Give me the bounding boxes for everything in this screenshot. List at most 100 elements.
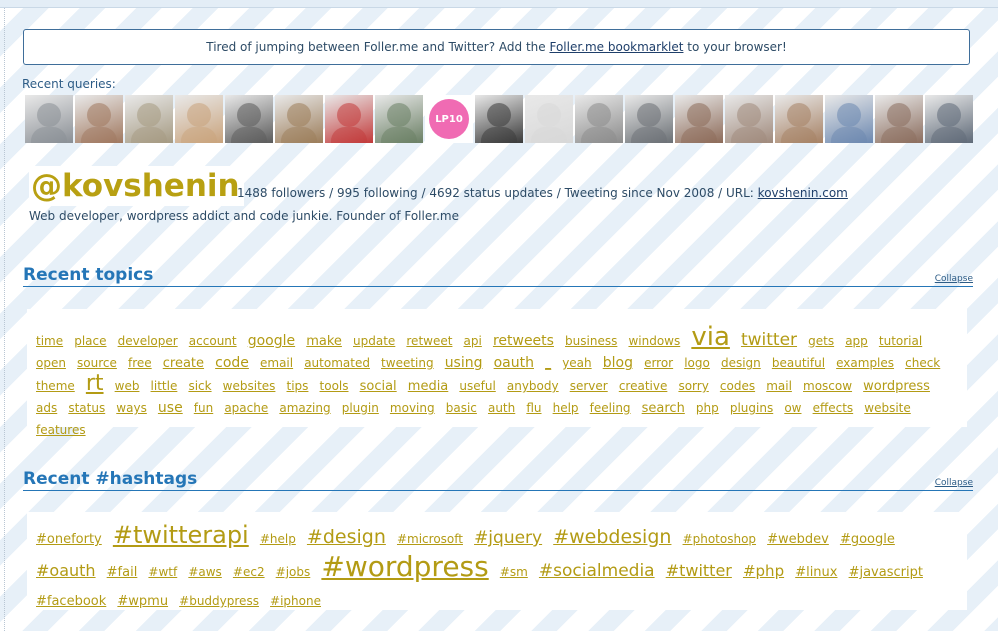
hashtag-link[interactable]: #jquery bbox=[474, 528, 542, 548]
hashtag-link[interactable]: #linux bbox=[795, 565, 837, 580]
avatar[interactable] bbox=[825, 95, 873, 143]
avatar[interactable] bbox=[775, 95, 823, 143]
hashtag-link[interactable]: #buddypress bbox=[179, 594, 259, 608]
avatar[interactable] bbox=[925, 95, 973, 143]
topic-link[interactable]: open bbox=[36, 356, 66, 370]
avatar[interactable] bbox=[675, 95, 723, 143]
topic-link[interactable]: free bbox=[128, 356, 152, 370]
topic-link[interactable]: windows bbox=[628, 334, 680, 348]
hashtag-link[interactable]: #fail bbox=[107, 565, 138, 580]
topic-link[interactable]: auth bbox=[488, 401, 515, 415]
topic-link[interactable]: search bbox=[642, 401, 685, 416]
topic-link[interactable]: effects bbox=[813, 401, 854, 415]
topic-link[interactable]: website bbox=[864, 401, 911, 415]
bookmarklet-link[interactable]: Foller.me bookmarklet bbox=[549, 40, 683, 54]
hashtag-link[interactable]: #aws bbox=[188, 565, 221, 579]
topic-link[interactable]: check bbox=[905, 356, 940, 370]
avatar[interactable] bbox=[275, 95, 323, 143]
topic-link[interactable]: theme bbox=[36, 379, 75, 393]
topic-link[interactable]: _ bbox=[545, 356, 551, 370]
hashtag-link[interactable]: #facebook bbox=[36, 594, 106, 609]
topic-link[interactable]: codes bbox=[720, 379, 755, 393]
topic-link[interactable]: logo bbox=[684, 356, 710, 370]
hashtag-link[interactable]: #iphone bbox=[270, 594, 321, 608]
topic-link[interactable]: anybody bbox=[507, 379, 559, 393]
topic-link[interactable]: app bbox=[845, 334, 868, 348]
hashtag-link[interactable]: #webdev bbox=[767, 532, 829, 547]
topic-link[interactable]: google bbox=[248, 333, 295, 349]
topic-link[interactable]: rt bbox=[86, 371, 104, 396]
avatar[interactable] bbox=[25, 95, 73, 143]
hashtag-link[interactable]: #twitter bbox=[666, 561, 732, 580]
hashtag-link[interactable]: #design bbox=[307, 526, 386, 548]
hashtag-link[interactable]: #google bbox=[840, 532, 895, 547]
topic-link[interactable]: fun bbox=[194, 401, 213, 415]
hashtag-link[interactable]: #javascript bbox=[849, 565, 923, 580]
topic-link[interactable]: plugin bbox=[342, 401, 379, 415]
hashtag-link[interactable]: #oneforty bbox=[36, 532, 102, 547]
avatar[interactable] bbox=[125, 95, 173, 143]
hashtag-link[interactable]: #jobs bbox=[276, 565, 311, 579]
hashtag-link[interactable]: #socialmedia bbox=[539, 561, 655, 581]
hashtag-link[interactable]: #help bbox=[260, 532, 296, 546]
topic-link[interactable]: ads bbox=[36, 401, 57, 415]
profile-url-link[interactable]: kovshenin.com bbox=[758, 186, 848, 200]
hashtag-link[interactable]: #sm bbox=[500, 565, 528, 579]
topic-link[interactable]: apache bbox=[224, 401, 268, 415]
topic-link[interactable]: basic bbox=[446, 401, 477, 415]
topic-link[interactable]: blog bbox=[603, 355, 633, 371]
topic-link[interactable]: moscow bbox=[803, 379, 852, 393]
topic-link[interactable]: wordpress bbox=[863, 379, 930, 394]
hashtag-link[interactable]: #wtf bbox=[148, 565, 177, 579]
topic-link[interactable]: tweeting bbox=[381, 356, 434, 370]
topic-link[interactable]: amazing bbox=[279, 401, 330, 415]
avatar[interactable] bbox=[325, 95, 373, 143]
topic-link[interactable]: create bbox=[163, 356, 204, 371]
topic-link[interactable]: using bbox=[445, 355, 483, 371]
topic-link[interactable]: retweet bbox=[406, 334, 452, 348]
topic-link[interactable]: little bbox=[151, 379, 178, 393]
avatar[interactable] bbox=[525, 95, 573, 143]
avatar[interactable] bbox=[475, 95, 523, 143]
topic-link[interactable]: websites bbox=[223, 379, 276, 393]
topic-link[interactable]: business bbox=[565, 334, 617, 348]
topic-link[interactable]: web bbox=[115, 379, 140, 393]
topic-link[interactable]: ways bbox=[116, 401, 147, 415]
topic-link[interactable]: mail bbox=[766, 379, 792, 393]
topic-link[interactable]: via bbox=[691, 322, 730, 352]
topic-link[interactable]: media bbox=[408, 379, 449, 394]
topic-link[interactable]: twitter bbox=[741, 330, 797, 350]
topic-link[interactable]: social bbox=[360, 379, 397, 394]
topic-link[interactable]: tools bbox=[320, 379, 349, 393]
topic-link[interactable]: error bbox=[644, 356, 673, 370]
topic-link[interactable]: gets bbox=[808, 334, 834, 348]
topic-link[interactable]: useful bbox=[459, 379, 495, 393]
topic-link[interactable]: sorry bbox=[678, 379, 708, 393]
avatar[interactable]: LP10 bbox=[425, 95, 473, 143]
topic-link[interactable]: tips bbox=[287, 379, 309, 393]
topic-link[interactable]: tutorial bbox=[879, 334, 922, 348]
topic-link[interactable]: moving bbox=[390, 401, 435, 415]
avatar[interactable] bbox=[575, 95, 623, 143]
hashtag-link[interactable]: #photoshop bbox=[683, 532, 756, 546]
topic-link[interactable]: automated bbox=[304, 356, 370, 370]
topic-link[interactable]: code bbox=[215, 355, 249, 371]
hashtag-link[interactable]: #ec2 bbox=[233, 565, 265, 579]
topic-link[interactable]: oauth bbox=[494, 355, 534, 371]
topic-link[interactable]: make bbox=[306, 334, 342, 349]
topic-link[interactable]: ow bbox=[784, 401, 801, 415]
hashtag-link[interactable]: #wordpress bbox=[321, 550, 488, 583]
hashtag-link[interactable]: #webdesign bbox=[553, 526, 671, 548]
topic-link[interactable]: api bbox=[464, 334, 482, 348]
topic-link[interactable]: php bbox=[696, 401, 719, 415]
topic-link[interactable]: examples bbox=[836, 356, 894, 370]
topics-collapse-link[interactable]: Collapse bbox=[935, 274, 973, 284]
topic-link[interactable]: place bbox=[74, 334, 106, 348]
hashtag-link[interactable]: #microsoft bbox=[397, 532, 463, 546]
topic-link[interactable]: design bbox=[721, 356, 761, 370]
topic-link[interactable]: features bbox=[36, 423, 86, 437]
topic-link[interactable]: update bbox=[353, 334, 395, 348]
topic-link[interactable]: email bbox=[260, 356, 293, 370]
avatar[interactable] bbox=[375, 95, 423, 143]
topic-link[interactable]: feeling bbox=[590, 401, 631, 415]
